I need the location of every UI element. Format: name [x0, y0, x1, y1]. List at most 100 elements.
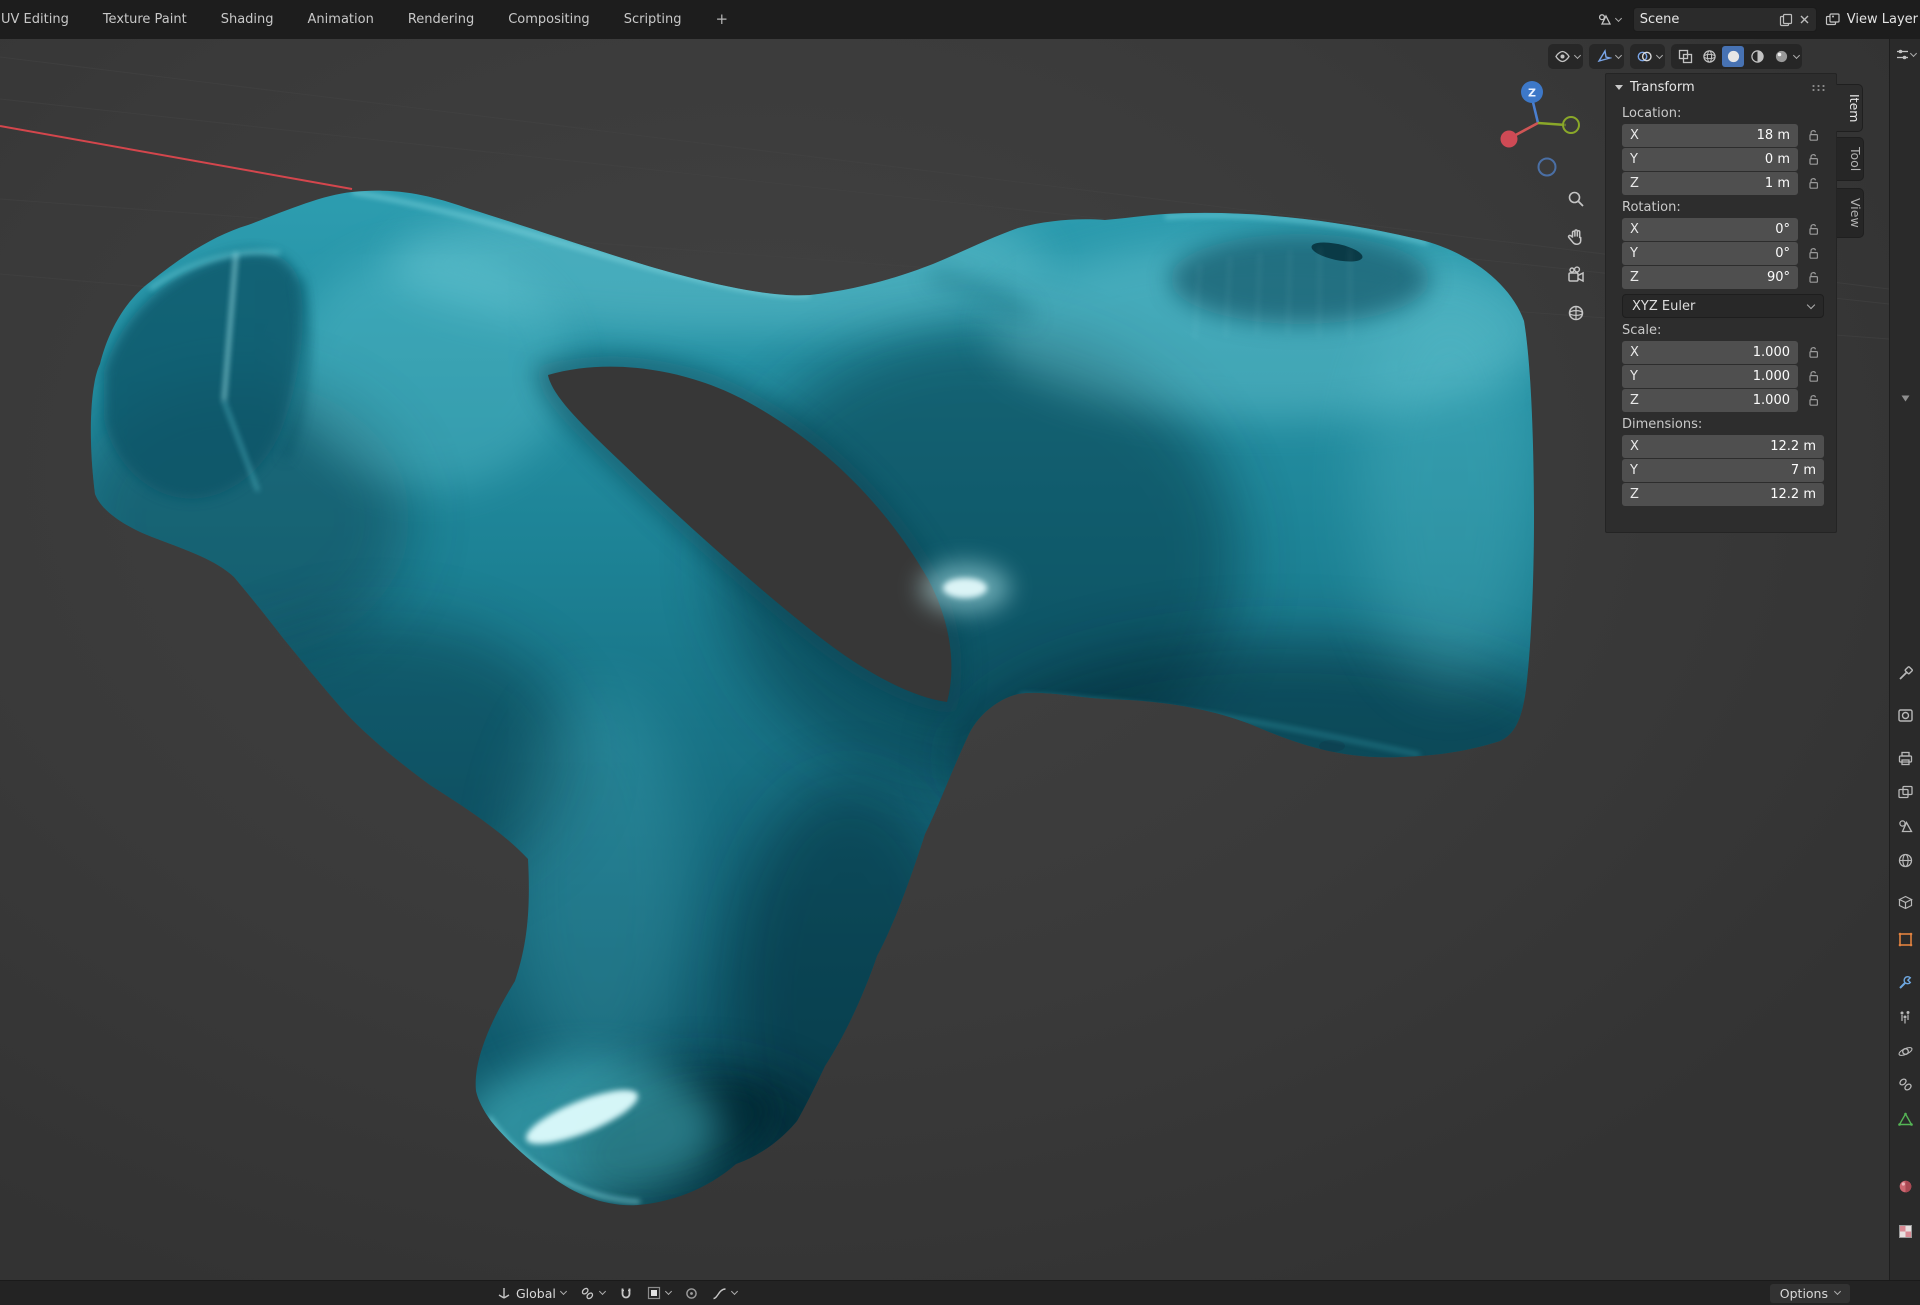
properties-tab-physics[interactable] [1890, 1043, 1920, 1060]
tab-compositing[interactable]: Compositing [491, 4, 607, 35]
lock-icon[interactable] [1804, 129, 1824, 142]
camera-view-button[interactable] [1562, 261, 1590, 289]
dimensions-rows: X 12.2 m Y 7 m Z 12.2 m [1622, 435, 1824, 506]
unlink-scene-icon[interactable] [1799, 14, 1810, 25]
new-scene-icon[interactable] [1779, 13, 1793, 27]
dimensions-x-field[interactable]: X 12.2 m [1622, 435, 1824, 458]
properties-tab-output[interactable] [1890, 750, 1920, 767]
properties-tab-tool[interactable] [1890, 665, 1920, 682]
scale-label: Scale: [1622, 323, 1820, 338]
dimensions-y-field[interactable]: Y 7 m [1622, 459, 1824, 482]
location-x-field[interactable]: X 18 m [1622, 124, 1798, 147]
rotation-mode-dropdown[interactable]: XYZ Euler [1622, 294, 1824, 318]
properties-tab-object[interactable] [1890, 931, 1920, 948]
orthographic-grid-button[interactable] [1562, 299, 1590, 327]
transform-orientation-dropdown[interactable]: Global [497, 1286, 566, 1301]
rotation-z-field[interactable]: Z 90° [1622, 266, 1798, 289]
proportional-editing-toggle[interactable] [685, 1287, 698, 1300]
properties-tab-constraints[interactable] [1890, 1076, 1920, 1093]
xray-toggle-button[interactable] [1674, 46, 1696, 67]
proportional-falloff-dropdown[interactable] [712, 1287, 737, 1300]
transform-panel-header[interactable]: Transform [1606, 74, 1836, 101]
properties-tab-render[interactable] [1890, 707, 1920, 724]
scale-z-field[interactable]: Z 1.000 [1622, 389, 1798, 412]
shading-rendered-button[interactable] [1770, 46, 1792, 67]
scene-browse-button[interactable] [1593, 10, 1625, 29]
lock-icon[interactable] [1804, 247, 1824, 260]
scale-y-field[interactable]: Y 1.000 [1622, 365, 1798, 388]
object-visibility-button[interactable] [1551, 46, 1573, 67]
scene-name-field[interactable]: Scene [1633, 7, 1817, 32]
scale-x-field[interactable]: X 1.000 [1622, 341, 1798, 364]
field-value: 7 m [1791, 463, 1816, 478]
axis-label: X [1630, 345, 1639, 360]
properties-tab-object-data[interactable] [1890, 1111, 1920, 1128]
properties-tab-particles[interactable] [1890, 1009, 1920, 1026]
properties-tab-modifiers[interactable] [1890, 974, 1920, 991]
properties-tab-collection[interactable] [1890, 894, 1920, 911]
properties-tab-world[interactable] [1890, 852, 1920, 869]
lock-icon[interactable] [1804, 153, 1824, 166]
chevron-down-icon[interactable] [1574, 51, 1581, 58]
options-dropdown[interactable]: Options [1770, 1284, 1850, 1303]
tab-scripting[interactable]: Scripting [607, 4, 699, 35]
snap-toggle-button[interactable] [619, 1286, 633, 1301]
rotation-y-field[interactable]: Y 0° [1622, 242, 1798, 265]
drag-dots-icon[interactable] [1811, 84, 1827, 91]
gizmo-negative-z-axis[interactable] [1539, 159, 1556, 176]
viewport-3d-model[interactable] [70, 191, 1600, 1219]
chevron-down-icon [599, 1288, 606, 1295]
field-value: 1.000 [1753, 393, 1790, 408]
region-collapse-arrow[interactable] [1890, 395, 1920, 402]
tab-rendering[interactable]: Rendering [391, 4, 491, 35]
lock-icon[interactable] [1804, 346, 1824, 359]
view-layer-selector[interactable]: View Layer [1825, 12, 1918, 28]
pan-hand-button[interactable] [1562, 223, 1590, 251]
zoom-button[interactable] [1562, 185, 1590, 213]
lock-icon[interactable] [1804, 177, 1824, 190]
editor-type-button[interactable] [1890, 47, 1920, 62]
overlays-toggle-button[interactable] [1633, 46, 1655, 67]
sidebar-tab-tool[interactable]: Tool [1837, 137, 1864, 181]
tab-animation[interactable]: Animation [291, 4, 391, 35]
falloff-curve-icon [712, 1287, 727, 1300]
shading-wireframe-button[interactable] [1698, 46, 1720, 67]
location-y-field[interactable]: Y 0 m [1622, 148, 1798, 171]
properties-tab-material[interactable] [1890, 1178, 1920, 1195]
chevron-down-icon[interactable] [1615, 51, 1622, 58]
tab-uv-editing[interactable]: UV Editing [0, 4, 86, 35]
chevron-down-icon[interactable] [1793, 51, 1800, 58]
sidebar-tab-view[interactable]: View [1837, 188, 1864, 238]
snap-link-icon [580, 1286, 595, 1301]
gizmo-x-axis[interactable] [1501, 131, 1518, 148]
shading-solid-button[interactable] [1722, 46, 1744, 67]
pivot-point-dropdown[interactable] [647, 1286, 671, 1300]
rotation-x-field[interactable]: X 0° [1622, 218, 1798, 241]
location-z-field[interactable]: Z 1 m [1622, 172, 1798, 195]
sidebar-tab-item[interactable]: Item [1836, 84, 1863, 132]
snap-target-dropdown[interactable] [580, 1286, 605, 1301]
viewport-3d[interactable]: Z [0, 39, 1889, 1280]
tab-texture-paint[interactable]: Texture Paint [86, 4, 204, 35]
view-layer-name: View Layer [1847, 12, 1918, 27]
gizmo-y-axis[interactable] [1563, 117, 1579, 133]
lock-icon[interactable] [1804, 394, 1824, 407]
lock-icon[interactable] [1804, 271, 1824, 284]
lock-icon[interactable] [1804, 223, 1824, 236]
chevron-down-icon[interactable] [1656, 51, 1663, 58]
tab-shading[interactable]: Shading [204, 4, 291, 35]
properties-tab-view-layer[interactable] [1890, 784, 1920, 801]
lock-icon[interactable] [1804, 370, 1824, 383]
dimensions-z-field[interactable]: Z 12.2 m [1622, 483, 1824, 506]
add-workspace-button[interactable]: + [699, 4, 733, 35]
shading-material-button[interactable] [1746, 46, 1768, 67]
chevron-down-icon [1615, 14, 1622, 21]
field-value: 90° [1767, 270, 1790, 285]
properties-tab-texture[interactable] [1890, 1223, 1920, 1240]
orientation-icon [497, 1286, 511, 1300]
gizmos-toggle-button[interactable] [1592, 46, 1614, 67]
field-value: 1.000 [1753, 345, 1790, 360]
axis-label: Y [1630, 463, 1638, 478]
sidebar-transform-panel: Transform Location: X 18 m Y 0 m [1605, 73, 1837, 533]
properties-tab-scene[interactable] [1890, 818, 1920, 835]
